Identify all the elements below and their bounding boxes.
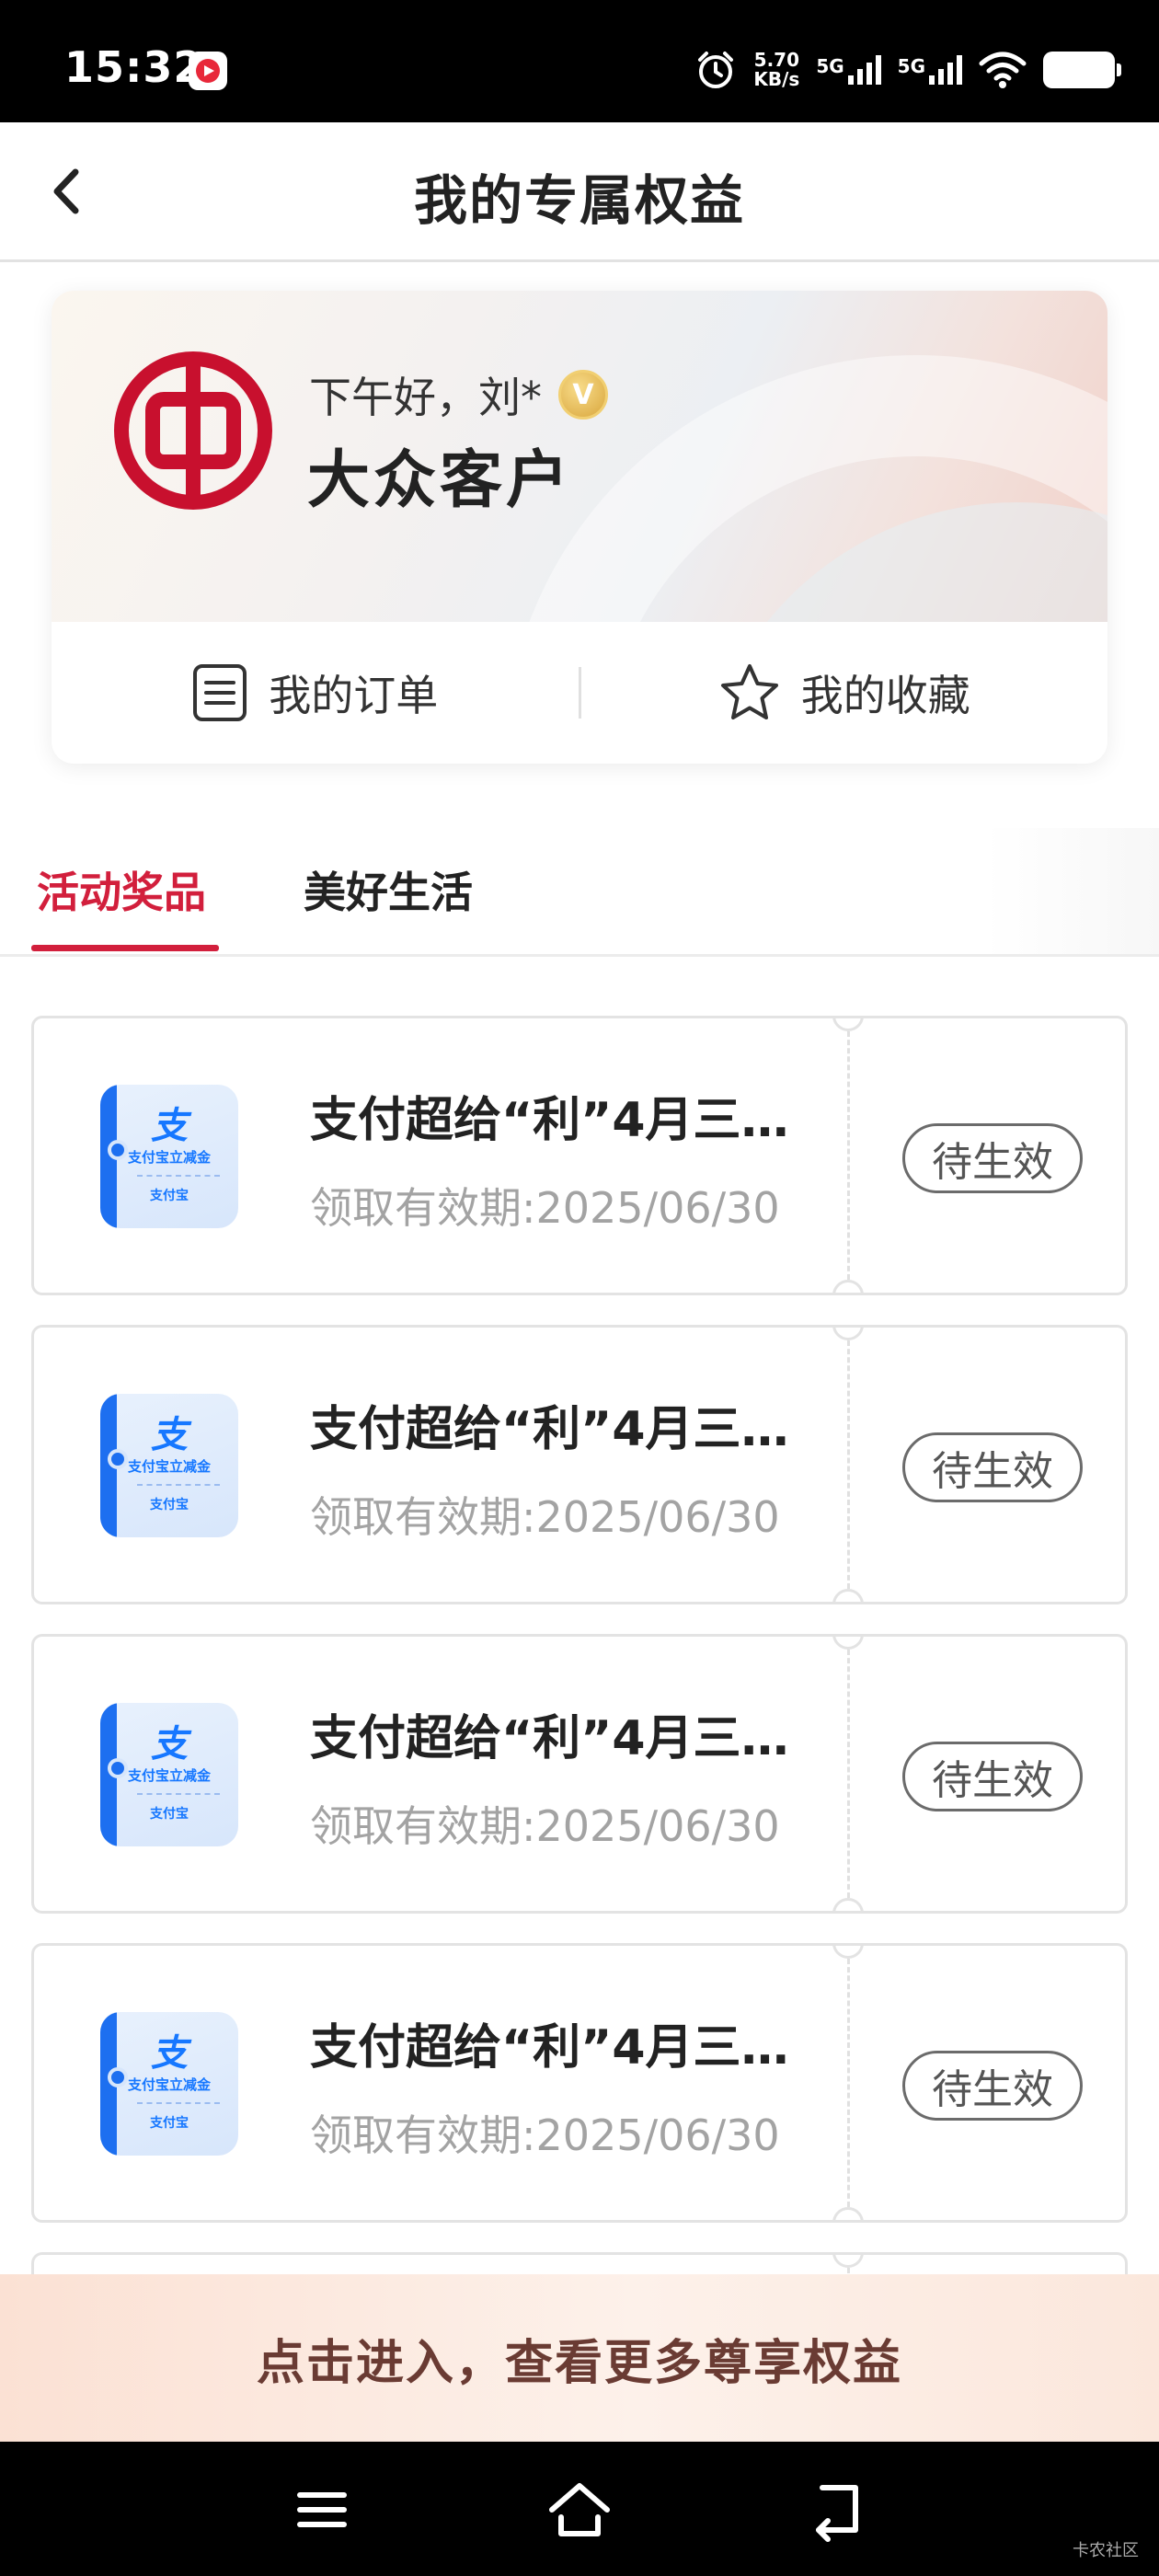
coupon-list: 支 支付宝立减金 支付宝 支付超给“利”4月三等… 领取有效期:2025/06/… xyxy=(31,1016,1128,2363)
thumb-text: 支付宝立减金 xyxy=(127,1458,211,1475)
network-type-2: 5G xyxy=(897,55,925,77)
thumb-brand: 支付宝 xyxy=(150,1498,189,1512)
system-nav-bar: 卡农社区 xyxy=(0,2442,1159,2576)
coupon-validity: 领取有效期:2025/06/30 xyxy=(310,2110,780,2160)
net-speed-value: 5.70 xyxy=(753,49,800,71)
home-icon[interactable] xyxy=(543,2473,616,2547)
more-benefits-banner[interactable]: 点击进入，查看更多尊享权益 xyxy=(0,2274,1159,2442)
battery-icon xyxy=(1043,52,1121,88)
boc-logo-icon xyxy=(114,351,272,510)
signal-1: 5G xyxy=(816,55,881,85)
alipay-logo-icon: 支 xyxy=(151,1105,188,1147)
return-icon[interactable] xyxy=(800,2473,874,2547)
thumb-divider xyxy=(137,1175,220,1177)
coupon-notch xyxy=(832,1946,864,1959)
nav-bar: 我的专属权益 xyxy=(0,122,1159,262)
thumb-divider xyxy=(137,1484,220,1486)
coupon-notch xyxy=(832,2207,864,2220)
status-icons: 5.70 KB/s 5G 5G xyxy=(694,42,1121,98)
vip-badge-icon: V xyxy=(558,370,608,420)
network-type-1: 5G xyxy=(816,55,844,77)
coupon-title: 支付超给“利”4月三等… xyxy=(310,2020,825,2076)
coupon-notch xyxy=(832,1898,864,1911)
star-icon xyxy=(720,664,778,719)
coupon-card[interactable]: 支 支付宝立减金 支付宝 支付超给“利”4月三等… 领取有效期:2025/06/… xyxy=(31,1016,1128,1295)
coupon-divider xyxy=(847,1031,850,1280)
alipay-logo-icon: 支 xyxy=(151,1414,188,1456)
signal-bars-2-icon xyxy=(929,55,962,85)
order-list-icon xyxy=(193,664,247,721)
coupon-title: 支付超给“利”4月三等… xyxy=(310,1711,825,1766)
coupon-card[interactable]: 支 支付宝立减金 支付宝 支付超给“利”4月三等… 领取有效期:2025/06/… xyxy=(31,1634,1128,1914)
menu-icon[interactable] xyxy=(285,2473,359,2547)
alipay-coupon-thumbnail: 支 支付宝立减金 支付宝 xyxy=(100,1394,238,1537)
greeting: 下午好，刘* V xyxy=(309,364,608,425)
coupon-divider xyxy=(847,1650,850,1898)
coupon-card[interactable]: 支 支付宝立减金 支付宝 支付超给“利”4月三等… 领取有效期:2025/06/… xyxy=(31,1325,1128,1604)
coupon-status-button[interactable]: 待生效 xyxy=(902,2051,1083,2121)
alipay-coupon-thumbnail: 支 支付宝立减金 支付宝 xyxy=(100,1085,238,1228)
coupon-validity: 领取有效期:2025/06/30 xyxy=(310,1801,780,1851)
coupon-notch xyxy=(832,1280,864,1293)
more-benefits-label: 点击进入，查看更多尊享权益 xyxy=(256,2335,902,2391)
my-favorites-button[interactable]: 我的收藏 xyxy=(581,622,1108,764)
coupon-validity: 领取有效期:2025/06/30 xyxy=(310,1183,780,1233)
thumb-text: 支付宝立减金 xyxy=(127,1149,211,1166)
my-favorites-label: 我的收藏 xyxy=(800,671,970,720)
watermark: 卡农社区 xyxy=(1073,2541,1139,2560)
coupon-title: 支付超给“利”4月三等… xyxy=(310,1402,825,1457)
thumb-text: 支付宝立减金 xyxy=(127,1767,211,1784)
coupon-status-button[interactable]: 待生效 xyxy=(902,1432,1083,1502)
alipay-coupon-thumbnail: 支 支付宝立减金 支付宝 xyxy=(100,2012,238,2156)
thumb-divider xyxy=(137,2102,220,2104)
greeting-text: 下午好，刘* xyxy=(309,373,542,422)
coupon-notch xyxy=(832,1328,864,1340)
coupon-notch xyxy=(832,1018,864,1031)
tab-bar: 活动奖品 美好生活 xyxy=(0,828,1159,957)
alipay-logo-icon: 支 xyxy=(151,1723,188,1765)
thumb-brand: 支付宝 xyxy=(150,1807,189,1822)
coupon-notch xyxy=(832,1637,864,1650)
coupon-validity: 领取有效期:2025/06/30 xyxy=(310,1492,780,1542)
signal-2: 5G xyxy=(898,55,962,85)
alipay-coupon-thumbnail: 支 支付宝立减金 支付宝 xyxy=(100,1703,238,1846)
wifi-icon xyxy=(979,52,1027,88)
status-time: 15:32 xyxy=(64,42,204,92)
thumb-divider xyxy=(137,1793,220,1795)
status-bar: 15:32 5.70 KB/s 5G 5G xyxy=(0,0,1159,122)
page-title: 我的专属权益 xyxy=(413,169,745,232)
signal-bars-1-icon xyxy=(847,55,881,85)
coupon-notch xyxy=(832,1589,864,1602)
coupon-status-button[interactable]: 待生效 xyxy=(902,1742,1083,1811)
coupon-notch xyxy=(832,2255,864,2268)
my-orders-label: 我的订单 xyxy=(269,671,439,720)
alarm-icon xyxy=(698,52,734,88)
video-app-icon xyxy=(189,52,227,90)
profile-card: 下午好，刘* V 大众客户 我的订单 我的收藏 xyxy=(52,291,1107,764)
net-speed-unit: KB/s xyxy=(753,68,800,90)
coupon-divider xyxy=(847,1340,850,1589)
net-speed: 5.70 KB/s xyxy=(753,51,799,89)
alipay-logo-icon: 支 xyxy=(151,2032,188,2075)
tab-activity-prizes[interactable]: 活动奖品 xyxy=(37,859,206,920)
my-orders-button[interactable]: 我的订单 xyxy=(52,622,579,764)
profile-actions: 我的订单 我的收藏 xyxy=(52,622,1107,764)
tab-active-indicator xyxy=(31,945,219,951)
coupon-status-button[interactable]: 待生效 xyxy=(902,1123,1083,1193)
thumb-brand: 支付宝 xyxy=(150,1189,189,1203)
coupon-divider xyxy=(847,1959,850,2207)
thumb-text: 支付宝立减金 xyxy=(127,2076,211,2093)
coupon-card[interactable]: 支 支付宝立减金 支付宝 支付超给“利”4月三等… 领取有效期:2025/06/… xyxy=(31,1943,1128,2223)
tab-good-life[interactable]: 美好生活 xyxy=(304,859,473,920)
profile-banner: 下午好，刘* V 大众客户 xyxy=(52,291,1107,622)
coupon-title: 支付超给“利”4月三等… xyxy=(310,1093,825,1148)
member-level: 大众客户 xyxy=(307,443,573,517)
thumb-brand: 支付宝 xyxy=(150,2116,189,2131)
